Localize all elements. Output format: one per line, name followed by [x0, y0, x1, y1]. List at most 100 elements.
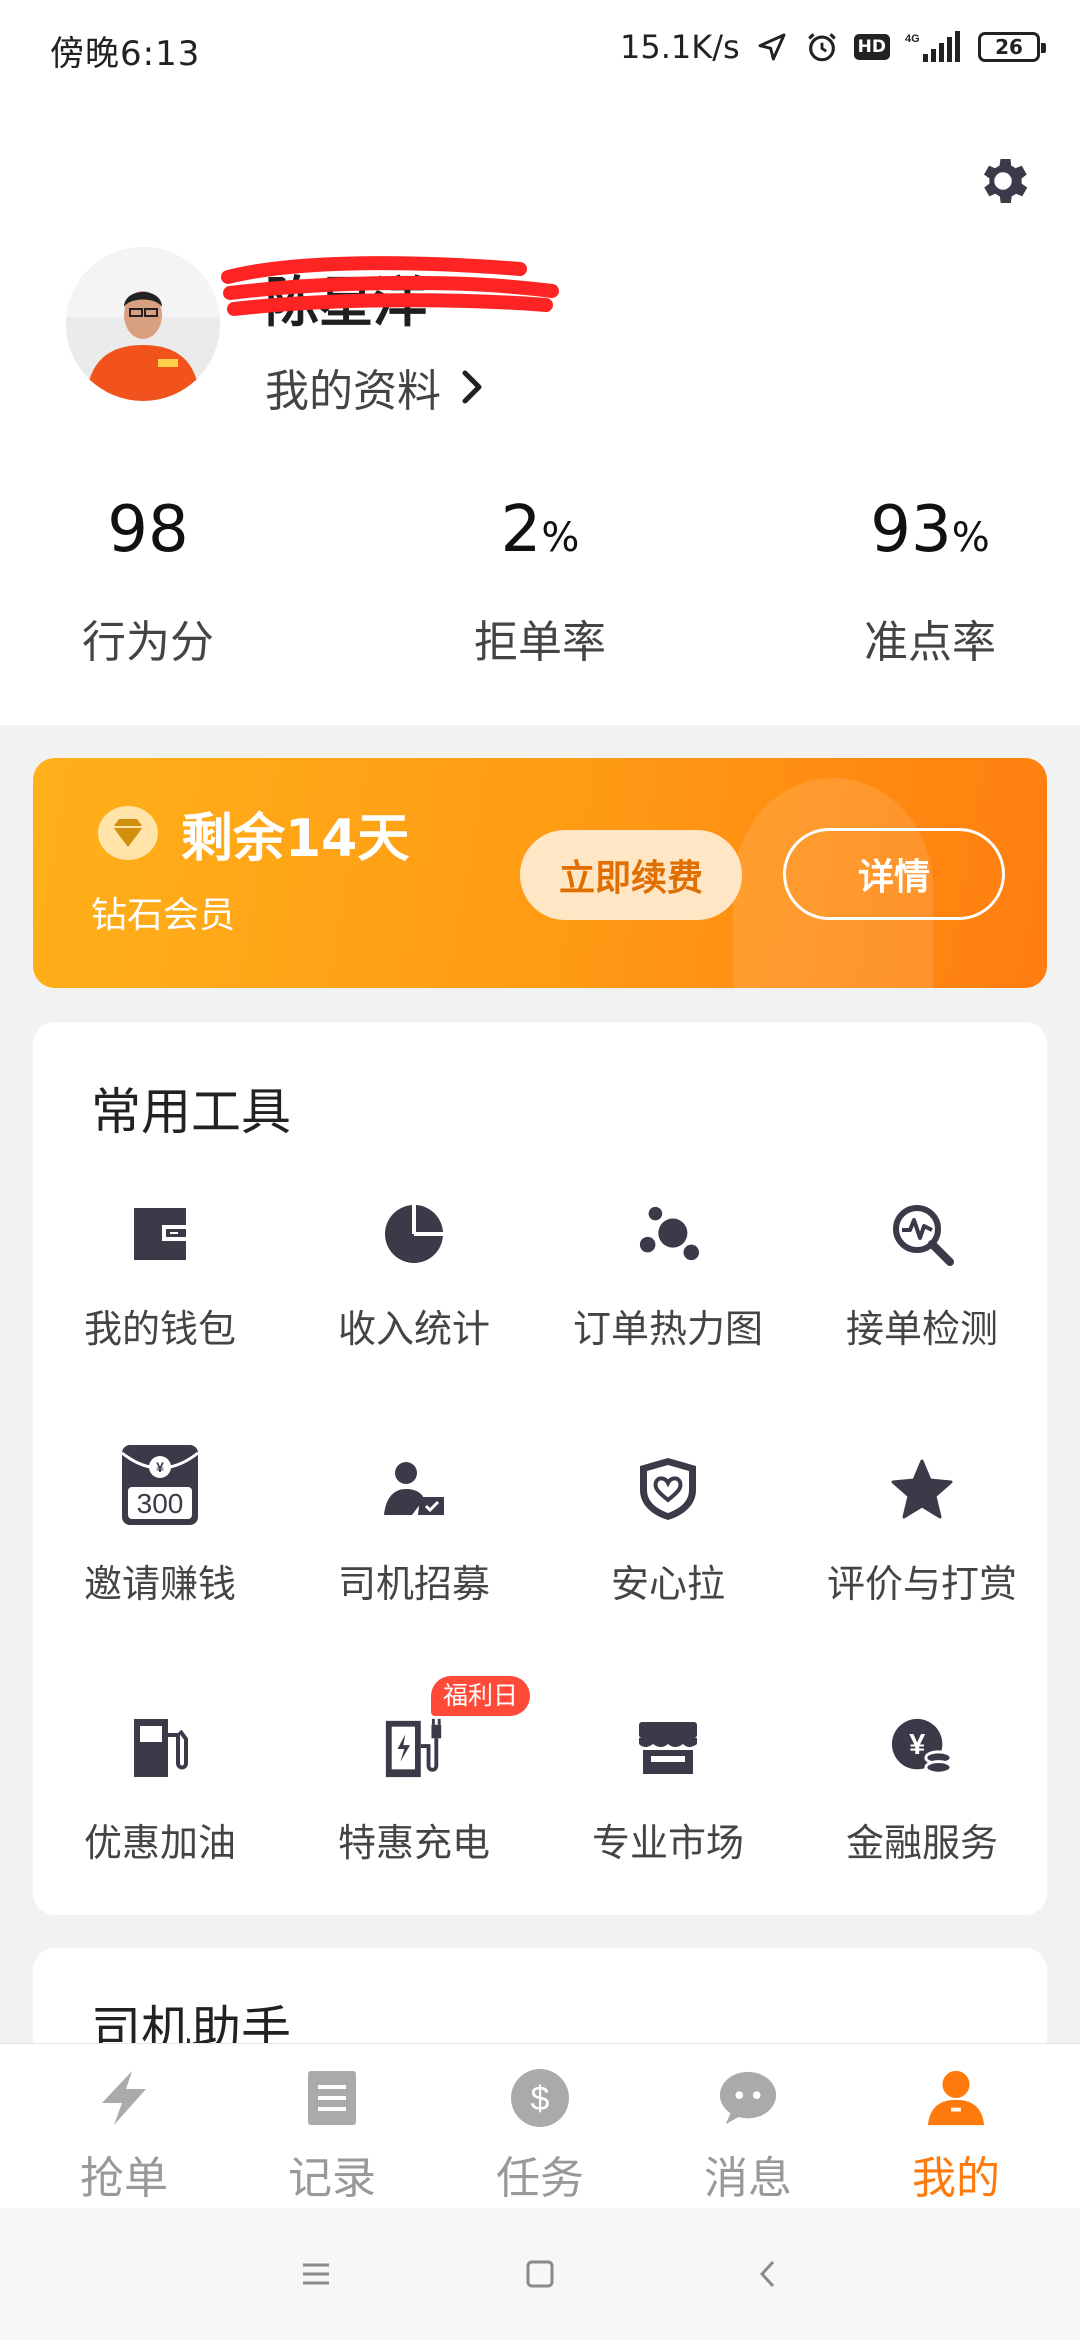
detect-icon — [890, 1202, 954, 1266]
nav-messages[interactable]: 消息 — [640, 2044, 856, 2209]
tool-label: 司机招募 — [337, 1562, 490, 1606]
tool-wallet[interactable]: 我的钱包 — [33, 1202, 287, 1402]
avatar[interactable] — [66, 247, 220, 401]
home-button[interactable] — [510, 2244, 570, 2304]
name-redaction-scribble — [221, 256, 559, 316]
alarm-icon — [804, 29, 840, 65]
chevron-right-icon — [462, 370, 482, 404]
tool-order-heatmap[interactable]: 订单热力图 — [541, 1202, 795, 1402]
stat-reject-rate[interactable]: 2% 拒单率 — [400, 490, 680, 670]
tool-label: 专业市场 — [591, 1821, 744, 1865]
tool-order-detection[interactable]: 接单检测 — [795, 1202, 1049, 1402]
nav-tasks[interactable]: $ 任务 — [432, 2044, 648, 2209]
tool-rating-tips[interactable]: 评价与打赏 — [795, 1457, 1049, 1657]
red-envelope-icon: ¥ 300 — [118, 1443, 202, 1527]
dollar-icon: $ — [510, 2068, 570, 2128]
nav-label: 抢单 — [80, 2153, 168, 2204]
finance-currency: ¥ — [909, 1729, 926, 1761]
lightning-icon — [94, 2068, 154, 2128]
status-time: 傍晚6:13 — [50, 34, 201, 74]
system-nav-bar — [0, 2208, 1080, 2340]
tool-ev-charging[interactable]: 特惠充电 — [287, 1716, 541, 1916]
shield-heart-icon — [636, 1457, 700, 1521]
finance-icon: ¥ — [890, 1716, 954, 1780]
stat-value: 98 — [107, 493, 189, 567]
avatar-photo — [66, 247, 220, 401]
tool-income-stats[interactable]: 收入统计 — [287, 1202, 541, 1402]
net-speed: 15.1K/s — [619, 28, 740, 66]
profile-link-label: 我的资料 — [265, 366, 441, 417]
pie-chart-icon — [382, 1202, 446, 1266]
list-icon — [302, 2068, 362, 2128]
tool-label: 安心拉 — [610, 1562, 725, 1606]
tool-label: 特惠充电 — [337, 1821, 490, 1865]
envelope-amount: 300 — [137, 1488, 184, 1519]
tool-driver-recruit[interactable]: 司机招募 — [287, 1457, 541, 1657]
stats-row: 98 行为分 2% 拒单率 93% 准点率 — [0, 490, 1080, 670]
tool-fuel-discount[interactable]: 优惠加油 — [33, 1716, 287, 1916]
stat-value: 93% — [870, 493, 990, 567]
wallet-icon — [128, 1202, 192, 1266]
membership-details-button[interactable]: 详情 — [783, 828, 1005, 920]
back-chevron-icon — [759, 2260, 775, 2288]
tool-label: 邀请赚钱 — [83, 1562, 236, 1606]
diamond-icon — [98, 806, 158, 860]
chat-icon — [718, 2068, 778, 2128]
bottom-nav: 抢单 记录 $ 任务 消息 我的 — [0, 2043, 1080, 2208]
heatmap-icon — [636, 1202, 700, 1266]
person-icon — [926, 2068, 986, 2128]
back-button[interactable] — [738, 2244, 798, 2304]
settings-button[interactable] — [970, 148, 1036, 214]
status-bar: 傍晚6:13 15.1K/s HD 4G 26 — [0, 0, 1080, 100]
nav-label: 我的 — [912, 2153, 1000, 2204]
membership-banner[interactable]: 剩余14天 钻石会员 立即续费 详情 — [33, 758, 1047, 988]
recent-apps-button[interactable] — [286, 2244, 346, 2304]
envelope-currency: ¥ — [156, 1459, 164, 1475]
battery-indicator: 26 — [978, 32, 1046, 62]
common-tools-card: 常用工具 我的钱包 收入统计 订单热力图 接单检测 ¥ 300 邀请赚钱 司机招… — [33, 1022, 1047, 1915]
location-icon — [754, 29, 790, 65]
welfare-day-badge: 福利日 — [431, 1676, 531, 1716]
nav-label: 任务 — [496, 2153, 584, 2204]
gear-icon — [984, 159, 1028, 203]
tools-card-title: 常用工具 — [91, 1083, 291, 1141]
my-profile-link[interactable]: 我的资料 — [265, 355, 485, 419]
nav-label: 消息 — [704, 2153, 792, 2204]
tool-label: 优惠加油 — [83, 1821, 236, 1865]
nav-label: 记录 — [288, 2153, 376, 2204]
svg-text:4G: 4G — [905, 33, 920, 45]
signal-icon: 4G — [904, 29, 964, 65]
recruit-icon — [382, 1457, 446, 1521]
tool-pro-market[interactable]: 专业市场 — [541, 1716, 795, 1916]
market-icon — [636, 1716, 700, 1780]
tool-invite-earn[interactable]: ¥ 300 邀请赚钱 — [33, 1445, 287, 1657]
stat-label: 行为分 — [82, 617, 214, 668]
charger-icon — [382, 1716, 446, 1780]
tool-label: 订单热力图 — [572, 1307, 763, 1351]
hd-badge: HD — [853, 34, 890, 60]
fuel-icon — [128, 1716, 192, 1780]
nav-grab-orders[interactable]: 抢单 — [16, 2044, 232, 2209]
tool-safe-pull[interactable]: 安心拉 — [541, 1457, 795, 1657]
tool-label: 金融服务 — [845, 1821, 998, 1865]
tool-label: 收入统计 — [337, 1307, 490, 1351]
dollar-sign: $ — [531, 2080, 550, 2118]
renew-button[interactable]: 立即续费 — [520, 830, 742, 920]
stat-ontime-rate[interactable]: 93% 准点率 — [790, 490, 1070, 670]
stat-label: 拒单率 — [474, 617, 606, 668]
membership-days-left: 剩余14天 — [181, 809, 410, 869]
membership-level: 钻石会员 — [91, 895, 236, 936]
tool-label: 评价与打赏 — [826, 1562, 1017, 1606]
nav-records[interactable]: 记录 — [224, 2044, 440, 2209]
home-square-icon — [526, 2260, 554, 2288]
stat-value: 2% — [500, 493, 580, 567]
status-right: 15.1K/s HD 4G 26 — [619, 22, 1046, 72]
tool-label: 接单检测 — [845, 1307, 998, 1351]
nav-mine[interactable]: 我的 — [848, 2044, 1064, 2209]
stat-behavior-score[interactable]: 98 行为分 — [8, 490, 288, 670]
star-icon — [890, 1457, 954, 1521]
stat-label: 准点率 — [864, 617, 996, 668]
tool-label: 我的钱包 — [83, 1307, 236, 1351]
tool-finance-service[interactable]: ¥ 金融服务 — [795, 1716, 1049, 1916]
menu-icon — [303, 2263, 329, 2285]
